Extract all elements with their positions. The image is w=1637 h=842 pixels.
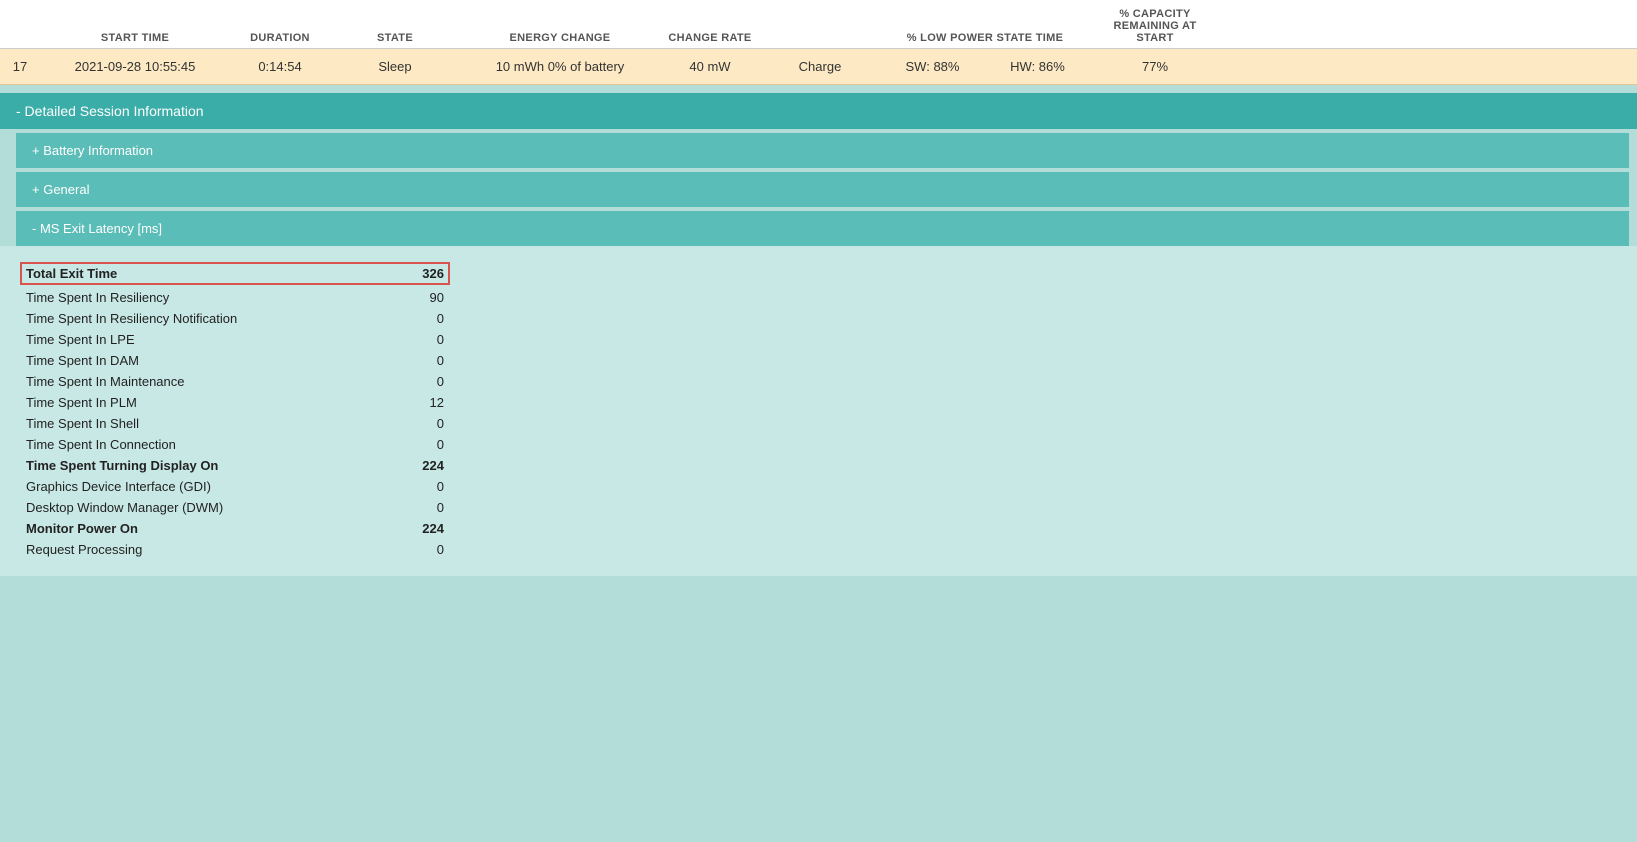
detail-label: Time Spent In Resiliency [26, 290, 384, 305]
cell-charge: Charge [760, 53, 880, 80]
section-general[interactable]: + General [16, 172, 1629, 207]
ms-exit-table: Total Exit Time326Time Spent In Resilien… [20, 262, 450, 560]
detail-row: Time Spent Turning Display On224 [20, 455, 450, 476]
header-start-time: START TIME [40, 28, 230, 48]
section-detailed-info[interactable]: - Detailed Session Information [0, 93, 1637, 129]
detail-label: Total Exit Time [26, 266, 384, 281]
detail-row: Time Spent In PLM12 [20, 392, 450, 413]
detail-label: Time Spent In Connection [26, 437, 384, 452]
header-num [0, 40, 40, 48]
detail-label: Time Spent In DAM [26, 353, 384, 368]
detail-label: Time Spent In Shell [26, 416, 384, 431]
detail-row: Time Spent In Resiliency90 [20, 287, 450, 308]
detail-row: Time Spent In Connection0 [20, 434, 450, 455]
detail-label: Time Spent In Resiliency Notification [26, 311, 384, 326]
ms-exit-detail-section: Total Exit Time326Time Spent In Resilien… [0, 246, 1637, 576]
header-duration: DURATION [230, 28, 330, 48]
detail-label: Time Spent In Maintenance [26, 374, 384, 389]
detail-value: 0 [384, 374, 444, 389]
detail-value: 224 [384, 458, 444, 473]
detail-row: Time Spent In Maintenance0 [20, 371, 450, 392]
cell-energy-change: 10 mWh 0% of battery [460, 53, 660, 80]
detail-row: Time Spent In Shell0 [20, 413, 450, 434]
detail-value: 224 [384, 521, 444, 536]
cell-sw: SW: 88% [880, 53, 985, 80]
detail-row: Time Spent In Resiliency Notification0 [20, 308, 450, 329]
header-change-rate: CHANGE RATE [660, 28, 760, 48]
cell-num: 17 [0, 53, 40, 80]
detail-value: 12 [384, 395, 444, 410]
section-battery-info[interactable]: + Battery Information [16, 133, 1629, 168]
detail-value: 0 [384, 311, 444, 326]
detail-row: Request Processing0 [20, 539, 450, 560]
header-energy-change: ENERGY CHANGE [460, 28, 660, 48]
detail-value: 0 [384, 332, 444, 347]
detail-row: Time Spent In LPE0 [20, 329, 450, 350]
cell-duration: 0:14:54 [230, 53, 330, 80]
detail-label: Request Processing [26, 542, 384, 557]
detail-label: Time Spent In PLM [26, 395, 384, 410]
header-state: STATE [330, 28, 460, 48]
detail-row: Total Exit Time326 [20, 262, 450, 285]
detail-value: 0 [384, 542, 444, 557]
table-header: START TIME DURATION STATE ENERGY CHANGE … [0, 0, 1637, 49]
detail-value: 0 [384, 479, 444, 494]
detail-label: Graphics Device Interface (GDI) [26, 479, 384, 494]
header-charge [760, 40, 880, 48]
detail-value: 0 [384, 353, 444, 368]
section-ms-exit[interactable]: - MS Exit Latency [ms] [16, 211, 1629, 246]
cell-hw: HW: 86% [985, 53, 1090, 80]
detail-value: 90 [384, 290, 444, 305]
detail-label: Time Spent In LPE [26, 332, 384, 347]
detail-row: Time Spent In DAM0 [20, 350, 450, 371]
cell-change-rate: 40 mW [660, 53, 760, 80]
header-capacity: % CAPACITY REMAINING AT START [1090, 4, 1220, 48]
cell-start-time: 2021-09-28 10:55:45 [40, 53, 230, 80]
table-row[interactable]: 17 2021-09-28 10:55:45 0:14:54 Sleep 10 … [0, 49, 1637, 85]
detail-label: Desktop Window Manager (DWM) [26, 500, 384, 515]
main-container: START TIME DURATION STATE ENERGY CHANGE … [0, 0, 1637, 842]
detail-row: Monitor Power On224 [20, 518, 450, 539]
detail-row: Desktop Window Manager (DWM)0 [20, 497, 450, 518]
header-low-power: % LOW POWER STATE TIME [880, 28, 1090, 48]
detail-label: Time Spent Turning Display On [26, 458, 384, 473]
detail-value: 0 [384, 437, 444, 452]
detail-value: 326 [384, 266, 444, 281]
cell-capacity: 77% [1090, 53, 1220, 80]
detail-row: Graphics Device Interface (GDI)0 [20, 476, 450, 497]
detail-value: 0 [384, 500, 444, 515]
cell-state: Sleep [330, 53, 460, 80]
detail-label: Monitor Power On [26, 521, 384, 536]
detail-value: 0 [384, 416, 444, 431]
